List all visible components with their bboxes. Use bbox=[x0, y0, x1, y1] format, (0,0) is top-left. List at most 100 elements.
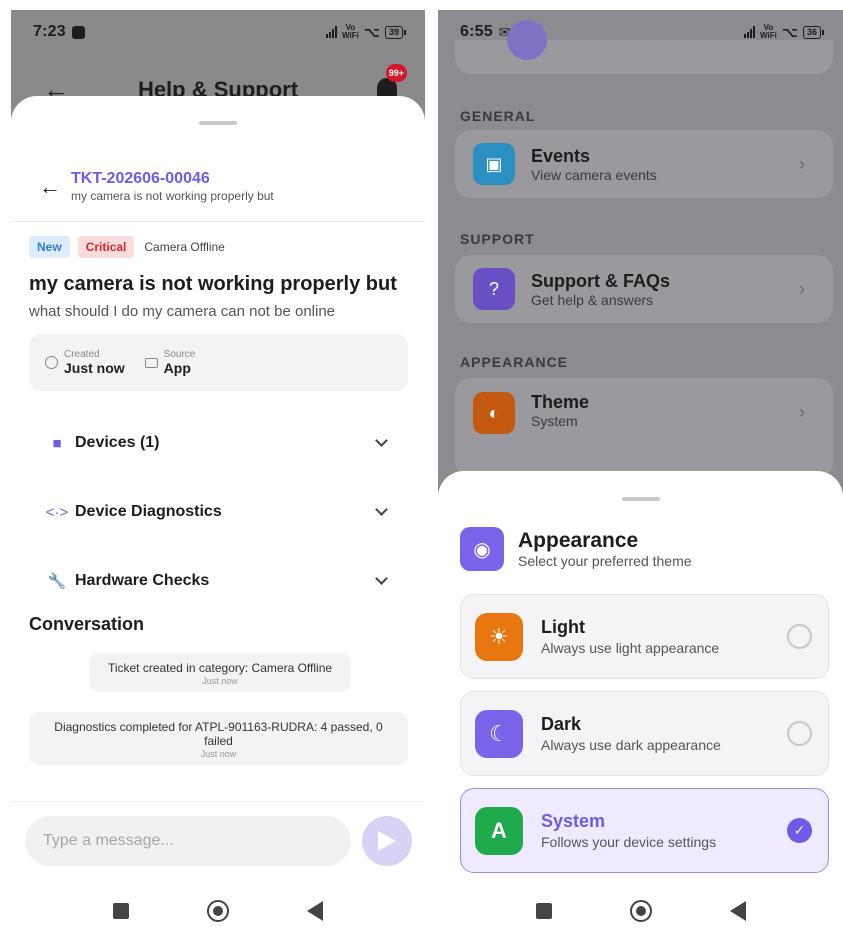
notification-badge: 99+ bbox=[385, 64, 407, 82]
hardware-label: Hardware Checks bbox=[75, 572, 210, 589]
sheet-handle[interactable] bbox=[199, 121, 237, 125]
battery-icon: 36 bbox=[802, 25, 825, 39]
events-title: Events bbox=[531, 145, 591, 166]
status-badge: New bbox=[29, 236, 70, 258]
events-subtitle: View camera events bbox=[531, 166, 657, 183]
ticket-title: my camera is not working properly but bbox=[29, 273, 397, 295]
settings-screen: 6:55 ✉ Vo WiFi ⌥ 36 GENERAL ▣ Events View… bbox=[438, 10, 843, 932]
section-support: SUPPORT bbox=[460, 231, 535, 247]
ticket-description: what should I do my camera can not be on… bbox=[29, 303, 336, 320]
status-bar: 7:23 Vo WiFi ⌥ 39 bbox=[11, 10, 425, 54]
chevron-right-icon: › bbox=[799, 153, 805, 174]
conversation-title: Conversation bbox=[29, 614, 145, 634]
status-time: 6:55 bbox=[460, 23, 493, 40]
appearance-subtitle: Select your preferred theme bbox=[518, 553, 692, 569]
auto-icon: A bbox=[475, 806, 523, 855]
message-bubble: Ticket created in category: Camera Offli… bbox=[89, 653, 351, 692]
vowifi-icon: Vo WiFi bbox=[342, 23, 359, 40]
ticket-id: TKT-202606-00046 bbox=[71, 170, 210, 187]
message-composer: Type a message... bbox=[11, 801, 425, 891]
option-subtitle: Always use dark appearance bbox=[541, 737, 721, 753]
send-button[interactable] bbox=[362, 816, 412, 866]
clock-icon bbox=[45, 356, 58, 369]
devices-section[interactable]: ■ Devices (1) bbox=[29, 423, 408, 463]
chevron-right-icon: › bbox=[799, 278, 805, 299]
source-value: App bbox=[163, 360, 191, 376]
message-text: Diagnostics completed for ATPL-901163-RU… bbox=[54, 720, 383, 748]
section-general: GENERAL bbox=[460, 108, 536, 124]
radio-button[interactable] bbox=[787, 721, 812, 746]
nav-back-icon[interactable] bbox=[729, 901, 746, 921]
settings-row-support[interactable]: ? Support & FAQs Get help & answers › bbox=[455, 255, 833, 323]
source-label: Source bbox=[163, 349, 196, 360]
theme-option-system[interactable]: A System Follows your device settings ✓ bbox=[460, 788, 829, 873]
message-bubble: Diagnostics completed for ATPL-901163-RU… bbox=[29, 712, 408, 765]
vowifi-icon: Vo WiFi bbox=[760, 23, 777, 40]
message-time: Just now bbox=[202, 676, 238, 686]
theme-subtitle: System bbox=[531, 413, 578, 429]
option-subtitle: Follows your device settings bbox=[541, 834, 717, 850]
option-title: System bbox=[541, 811, 606, 831]
ticket-tags: New Critical Camera Offline bbox=[29, 236, 233, 258]
message-input[interactable]: Type a message... bbox=[25, 816, 351, 866]
video-icon: ■ bbox=[52, 434, 62, 452]
ticket-back-arrow-icon[interactable]: ← bbox=[39, 174, 61, 200]
diagnostics-label: Device Diagnostics bbox=[75, 503, 222, 520]
status-icons: Vo WiFi ⌥ 39 bbox=[326, 23, 407, 41]
battery-icon: 39 bbox=[384, 25, 407, 39]
devices-label: Devices (1) bbox=[75, 434, 160, 451]
theme-option-light[interactable]: ☀ Light Always use light appearance bbox=[460, 594, 829, 679]
settings-row-theme[interactable]: ◐ Theme System › bbox=[455, 378, 833, 478]
support-title: Support & FAQs bbox=[531, 270, 670, 291]
system-nav-bar bbox=[438, 890, 843, 932]
priority-badge: Critical bbox=[77, 236, 135, 258]
ticket-sheet: ← TKT-202606-00046 my camera is not work… bbox=[11, 96, 425, 932]
notification-icon bbox=[71, 25, 85, 39]
chevron-right-icon: › bbox=[799, 402, 805, 422]
sheet-handle[interactable] bbox=[621, 497, 660, 501]
home-icon[interactable] bbox=[207, 900, 229, 922]
chevron-down-icon bbox=[375, 503, 388, 516]
wifi-icon: ⌥ bbox=[781, 23, 798, 40]
ticket-meta: Created Just now Source App bbox=[29, 334, 408, 391]
message-time: Just now bbox=[200, 749, 237, 759]
created-info: Created Just now bbox=[45, 349, 125, 376]
signal-icon bbox=[326, 26, 338, 38]
chevron-down-icon bbox=[375, 434, 388, 447]
section-appearance: APPEARANCE bbox=[460, 354, 569, 370]
appearance-sheet: ◉ Appearance Select your preferred theme… bbox=[438, 471, 843, 932]
radio-button[interactable] bbox=[787, 624, 812, 649]
theme-option-dark[interactable]: ☾ Dark Always use dark appearance bbox=[460, 691, 829, 776]
option-subtitle: Always use light appearance bbox=[541, 640, 720, 656]
status-time: 7:23 bbox=[33, 23, 66, 40]
moon-icon: ☾ bbox=[475, 709, 523, 758]
source-info: Source App bbox=[144, 349, 196, 376]
wrench-icon: 🔧 bbox=[47, 573, 67, 590]
recents-icon[interactable] bbox=[113, 903, 129, 919]
nav-back-icon[interactable] bbox=[307, 901, 323, 921]
ticket-subtitle: my camera is not working properly but bbox=[71, 189, 274, 203]
diagnostics-section[interactable]: <·> Device Diagnostics bbox=[29, 492, 408, 532]
help-icon: ? bbox=[473, 268, 515, 310]
recents-icon[interactable] bbox=[535, 903, 552, 919]
message-text: Ticket created in category: Camera Offli… bbox=[107, 661, 333, 675]
option-title: Dark bbox=[541, 714, 582, 734]
created-label: Created bbox=[64, 349, 100, 360]
support-subtitle: Get help & answers bbox=[531, 291, 654, 308]
theme-icon: ◐ bbox=[473, 392, 515, 434]
hardware-section[interactable]: 🔧 Hardware Checks bbox=[29, 561, 408, 601]
home-icon[interactable] bbox=[629, 900, 652, 922]
category-label: Camera Offline bbox=[144, 240, 225, 254]
appearance-header: ◉ Appearance Select your preferred theme bbox=[460, 527, 692, 571]
sun-icon: ☀ bbox=[475, 612, 523, 661]
ticket-header: ← TKT-202606-00046 my camera is not work… bbox=[11, 170, 425, 222]
profile-card[interactable] bbox=[455, 20, 833, 74]
theme-title: Theme bbox=[531, 392, 590, 412]
folder-icon bbox=[144, 357, 158, 368]
system-nav-bar bbox=[11, 890, 425, 932]
settings-row-events[interactable]: ▣ Events View camera events › bbox=[455, 130, 833, 198]
palette-icon: ◉ bbox=[460, 527, 504, 571]
wifi-icon: ⌥ bbox=[363, 23, 380, 40]
check-icon[interactable]: ✓ bbox=[787, 818, 812, 843]
signal-icon bbox=[744, 26, 756, 38]
